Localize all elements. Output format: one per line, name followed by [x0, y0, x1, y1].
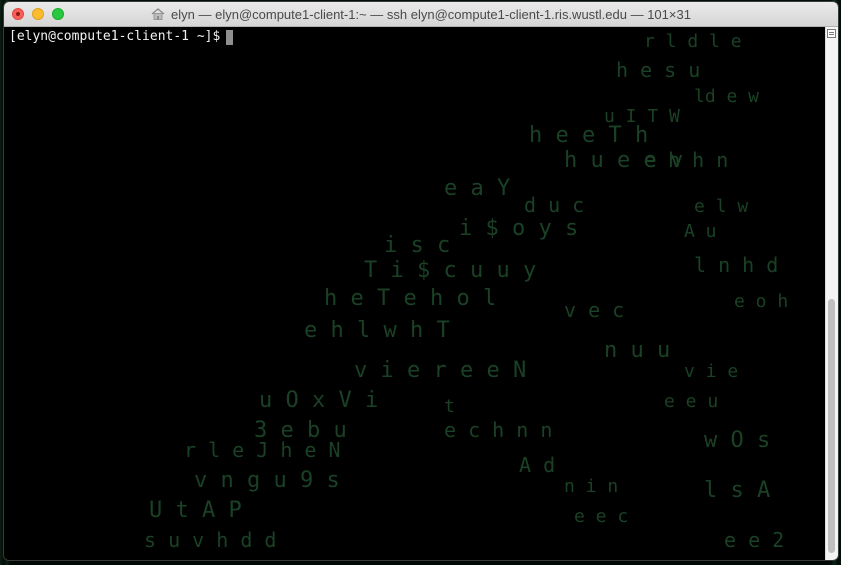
minimize-button[interactable] — [32, 8, 44, 20]
svg-text:u O x V i: u O x V i — [259, 388, 378, 413]
svg-text:v i e r e e N: v i e r e e N — [354, 358, 526, 383]
svg-text:s u v h d d: s u v h d d — [144, 528, 276, 552]
svg-text:v e c: v e c — [564, 298, 624, 322]
svg-text:e e 2: e e 2 — [724, 528, 784, 552]
svg-text:l n h d: l n h d — [694, 253, 778, 277]
svg-text:l s A: l s A — [704, 478, 770, 503]
window-title-group: elyn — elyn@compute1-client-1:~ — ssh el… — [151, 7, 691, 22]
svg-text:h e e T h: h e e T h — [529, 123, 648, 148]
svg-text:e l w: e l w — [694, 196, 748, 217]
svg-text:T i $ c u u y: T i $ c u u y — [364, 258, 536, 283]
shell-prompt: [elyn@compute1-client-1 ~]$ — [9, 29, 221, 44]
svg-text:U t A P: U t A P — [149, 498, 242, 523]
svg-text:e o h: e o h — [734, 291, 788, 312]
svg-text:e a Y: e a Y — [444, 176, 510, 201]
text-cursor — [226, 29, 234, 45]
svg-text:e e c: e e c — [574, 506, 628, 527]
svg-text:w O s: w O s — [704, 428, 770, 453]
window-title: elyn — elyn@compute1-client-1:~ — ssh el… — [171, 6, 691, 22]
svg-text:r l e J h e N: r l e J h e N — [184, 438, 341, 462]
svg-text:e h l w h T: e h l w h T — [304, 318, 450, 343]
vertical-scrollbar[interactable] — [825, 27, 838, 560]
prompt-line: [elyn@compute1-client-1 ~]$ — [9, 29, 234, 45]
scroll-thumb[interactable] — [828, 299, 835, 553]
svg-text:A u: A u — [684, 221, 717, 242]
svg-text:e h h n: e h h n — [644, 148, 728, 172]
svg-text:r l d l e: r l d l e — [644, 31, 742, 52]
svg-text:h e s u: h e s u — [616, 58, 700, 82]
svg-text:A d: A d — [519, 453, 555, 477]
terminal-window: elyn — elyn@compute1-client-1:~ — ssh el… — [4, 2, 838, 560]
svg-text:n i n: n i n — [564, 476, 618, 497]
zoom-button[interactable] — [52, 8, 64, 20]
svg-text:e c h n n: e c h n n — [444, 418, 552, 442]
home-icon — [151, 8, 165, 20]
svg-text:d u c: d u c — [524, 193, 584, 217]
svg-text:t: t — [444, 396, 455, 417]
svg-text:i s c: i s c — [384, 233, 450, 258]
traffic-lights — [12, 8, 64, 20]
matrix-background-art: r l d l e h e s u ld e w u I T W h e e T… — [144, 31, 788, 552]
svg-text:e e u: e e u — [664, 391, 718, 412]
title-bar[interactable]: elyn — elyn@compute1-client-1:~ — ssh el… — [4, 2, 838, 27]
close-button[interactable] — [12, 8, 24, 20]
svg-text:i $ o y s: i $ o y s — [459, 216, 578, 241]
svg-text:n u u: n u u — [604, 338, 670, 363]
svg-text:v i e: v i e — [684, 361, 738, 382]
svg-text:ld e w: ld e w — [694, 86, 759, 107]
terminal-content[interactable]: r l d l e h e s u ld e w u I T W h e e T… — [4, 27, 838, 560]
svg-text:v n g u 9 s: v n g u 9 s — [194, 468, 340, 493]
scroll-menu-icon[interactable] — [827, 29, 836, 38]
svg-text:h e T e h o l: h e T e h o l — [324, 286, 496, 311]
